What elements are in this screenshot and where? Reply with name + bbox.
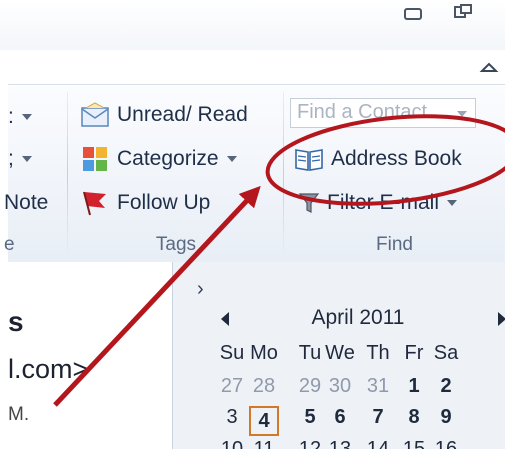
- calendar-day[interactable]: 16: [431, 438, 461, 449]
- chevron-down-icon: [447, 200, 458, 206]
- month-title: April 2011: [311, 306, 405, 329]
- calendar-day[interactable]: 15: [399, 438, 429, 449]
- calendar-day[interactable]: 9: [431, 406, 461, 429]
- minimize-ribbon-icon[interactable]: [478, 58, 500, 76]
- next-month-icon[interactable]: [498, 312, 505, 326]
- restore-icon[interactable]: [452, 4, 474, 24]
- categorize-icon: [80, 146, 110, 172]
- filter-email-button[interactable]: Filter E-mail: [298, 186, 458, 220]
- calendar-day[interactable]: 3: [217, 406, 247, 429]
- weekday-label: Sa: [433, 342, 459, 364]
- follow-up-label: Follow Up: [117, 191, 211, 214]
- calendar-day[interactable]: 28: [249, 375, 279, 398]
- calendar-day[interactable]: 14: [363, 438, 393, 449]
- calendar-day[interactable]: 13: [325, 438, 355, 449]
- calendar-day[interactable]: 29: [295, 375, 325, 398]
- header-fragment: M.: [8, 404, 30, 425]
- find-contact-input[interactable]: Find a Contact: [290, 98, 476, 128]
- find-contact-placeholder: Find a Contact: [297, 101, 428, 123]
- envelope-icon: [80, 102, 110, 128]
- follow-up-button[interactable]: Follow Up: [80, 186, 210, 220]
- funnel-icon: [298, 190, 320, 216]
- partial-dropdown-2[interactable]: ;: [8, 142, 32, 176]
- calendar-day[interactable]: 2: [431, 375, 461, 398]
- calendar-day[interactable]: 5: [295, 406, 325, 429]
- weekday-label: Fr: [404, 342, 424, 364]
- expand-icon[interactable]: ›: [197, 278, 204, 301]
- tags-group-label: Tags: [155, 234, 197, 255]
- calendar-day[interactable]: 12: [295, 438, 325, 449]
- calendar-day[interactable]: 31: [363, 375, 393, 398]
- calendar-day[interactable]: 27: [217, 375, 247, 398]
- ribbon-group-tags: Unread/ Read Categorize Follow Up Tags: [68, 86, 284, 262]
- calendar-day[interactable]: 11: [249, 438, 279, 449]
- chevron-down-icon: [457, 111, 467, 117]
- previous-month-icon[interactable]: [221, 312, 229, 326]
- weekday-label: Tu: [298, 342, 322, 364]
- calendar-day-today[interactable]: 4: [249, 406, 279, 436]
- calendar-day[interactable]: 8: [399, 406, 429, 429]
- ribbon: : ; Note e Unread/ Read Categorize Follo…: [4, 86, 505, 263]
- calendar-day[interactable]: 7: [363, 406, 393, 429]
- title-bar: [0, 0, 505, 50]
- calendar-day[interactable]: 1: [399, 375, 429, 398]
- calendar-day[interactable]: 6: [325, 406, 355, 429]
- unread-read-button[interactable]: Unread/ Read: [80, 98, 248, 132]
- partial-dropdown-1[interactable]: :: [8, 100, 32, 134]
- weekday-label: We: [325, 342, 355, 364]
- weekday-label: Su: [219, 342, 245, 364]
- partial-group-label: e: [4, 234, 15, 255]
- categorize-button[interactable]: Categorize: [80, 142, 237, 176]
- address-book-label: Address Book: [331, 147, 462, 170]
- minimize-icon[interactable]: [402, 4, 424, 24]
- note-button[interactable]: Note: [4, 186, 48, 220]
- sender-name-fragment: s: [8, 306, 24, 337]
- calendar-day[interactable]: 10: [217, 438, 247, 449]
- outlook-window: : ; Note e Unread/ Read Categorize Follo…: [0, 0, 505, 449]
- ribbon-tab-strip: [8, 50, 505, 85]
- date-navigator: › April 2011 Su Mo Tu We Th Fr Sa 27 28 29 30 31 1 2 3…: [172, 262, 505, 449]
- note-label: Note: [4, 191, 49, 214]
- message-pane: s l.com> M.: [8, 262, 172, 449]
- calendar-day[interactable]: 30: [325, 375, 355, 398]
- weekday-label: Mo: [250, 342, 278, 364]
- ribbon-group-find: Find a Contact Address Book Filter E-mai…: [284, 86, 505, 262]
- address-book-button[interactable]: Address Book: [294, 142, 462, 176]
- flag-icon: [80, 190, 110, 216]
- filter-email-label: Filter E-mail: [327, 191, 440, 214]
- address-book-icon: [294, 146, 324, 172]
- chevron-down-icon: [226, 156, 237, 162]
- find-group-label: Find: [376, 234, 413, 255]
- weekday-label: Th: [366, 342, 390, 364]
- categorize-label: Categorize: [117, 147, 219, 170]
- ribbon-group-partial: : ; Note e: [4, 86, 68, 262]
- sender-email-fragment: l.com>: [8, 354, 89, 384]
- unread-read-label: Unread/ Read: [117, 103, 248, 126]
